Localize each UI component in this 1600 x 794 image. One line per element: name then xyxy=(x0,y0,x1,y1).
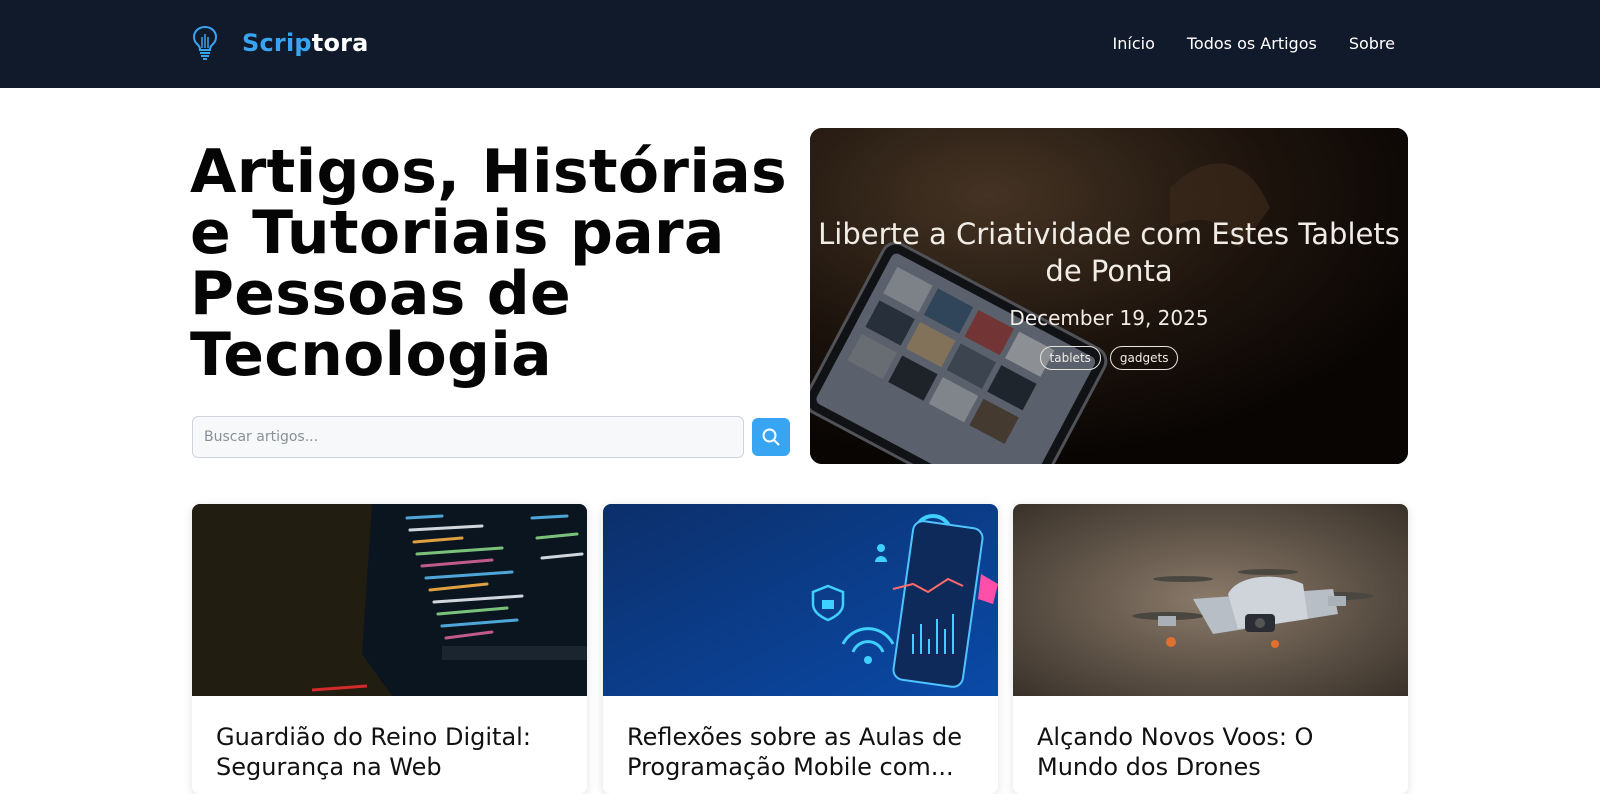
article-card[interactable]: Guardião do Reino Digital: Segurança na … xyxy=(192,504,587,794)
featured-article-title[interactable]: Liberte a Criatividade com Estes Tablets… xyxy=(810,216,1408,290)
article-image xyxy=(192,504,587,696)
search-icon xyxy=(762,428,780,446)
search-button[interactable] xyxy=(752,418,790,456)
article-title[interactable]: Guardião do Reino Digital: Segurança na … xyxy=(216,722,566,782)
tag-tablets[interactable]: tablets xyxy=(1039,346,1101,370)
article-image xyxy=(1013,504,1408,696)
site-header: Scriptora Início Todos os Artigos Sobre xyxy=(0,0,1600,88)
article-title[interactable]: Alçando Novos Voos: O Mundo dos Drones xyxy=(1037,722,1387,782)
nav-link-inicio[interactable]: Início xyxy=(1113,34,1155,53)
site-name-accent: Scrip xyxy=(242,29,312,57)
article-card[interactable]: Alçando Novos Voos: O Mundo dos Drones xyxy=(1013,504,1408,794)
featured-article-date: December 19, 2025 xyxy=(1009,306,1209,330)
featured-article-card[interactable]: Liberte a Criatividade com Estes Tablets… xyxy=(810,128,1408,464)
featured-article-tags: tablets gadgets xyxy=(810,346,1408,370)
lightbulb-icon xyxy=(192,25,218,60)
site-logo[interactable]: Scriptora xyxy=(190,24,369,62)
main-nav: Início Todos os Artigos Sobre xyxy=(1113,34,1395,53)
search-input[interactable] xyxy=(192,416,744,458)
nav-link-sobre[interactable]: Sobre xyxy=(1349,34,1395,53)
site-name-rest: tora xyxy=(311,29,369,57)
article-image xyxy=(603,504,998,696)
article-title[interactable]: Reflexões sobre as Aulas de Programação … xyxy=(627,722,977,782)
hero-title: Artigos, Histórias e Tutoriais para Pess… xyxy=(190,137,787,390)
article-card[interactable]: Reflexões sobre as Aulas de Programação … xyxy=(603,504,998,794)
nav-link-todos-artigos[interactable]: Todos os Artigos xyxy=(1187,34,1317,53)
featured-article-content: Liberte a Criatividade com Estes Tablets… xyxy=(810,216,1408,370)
site-name: Scriptora xyxy=(242,29,369,57)
tag-gadgets[interactable]: gadgets xyxy=(1109,346,1179,370)
